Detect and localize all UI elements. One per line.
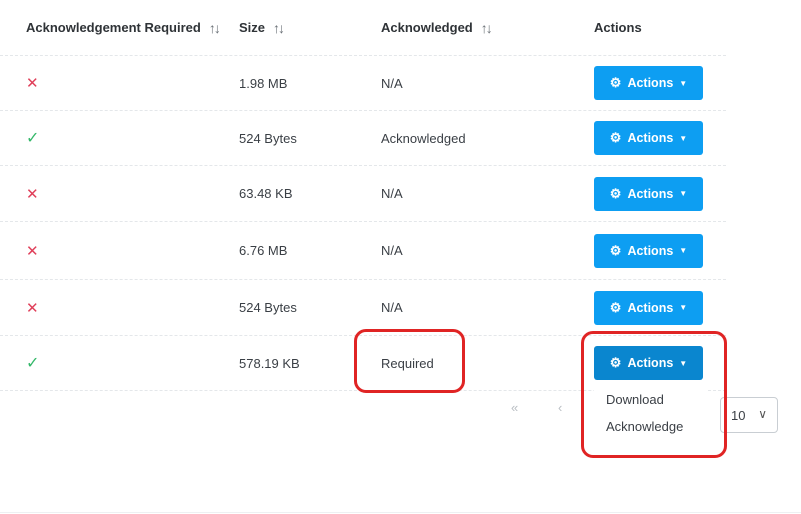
gear-icon: ⚙ — [609, 130, 622, 145]
highlight-box-required — [354, 329, 465, 393]
page-size-select[interactable]: 10 ∨ — [720, 397, 778, 433]
size-cell: 63.48 KB — [239, 186, 293, 201]
column-header-acknowledged[interactable]: Acknowledged ↑↓ — [381, 0, 493, 55]
actions-button-label: Actions — [627, 186, 674, 201]
gear-icon: ⚙ — [609, 299, 622, 315]
acknowledged-cell: N/A — [381, 300, 403, 315]
cross-icon: ✕ — [26, 75, 39, 92]
sort-icon[interactable]: ↑↓ — [209, 20, 221, 36]
cross-icon: ✕ — [26, 185, 39, 203]
table-row: ✕ 524 Bytes N/A ⚙ Actions ▼ — [0, 280, 726, 336]
actions-button[interactable]: ⚙ Actions ▼ — [594, 290, 703, 325]
column-header-size[interactable]: Size ↑↓ — [239, 0, 285, 55]
table-header: Acknowledgement Required ↑↓ Size ↑↓ Ackn… — [0, 0, 726, 56]
table-row: ✕ 6.76 MB N/A ⚙ Actions ▼ — [0, 222, 726, 280]
size-cell: 6.76 MB — [239, 243, 288, 258]
gear-icon: ⚙ — [609, 185, 622, 201]
actions-button[interactable]: ⚙ Actions ▼ — [594, 176, 703, 211]
gear-icon: ⚙ — [609, 75, 622, 90]
caret-down-icon: ▼ — [679, 303, 688, 312]
sort-icon[interactable]: ↑↓ — [481, 20, 493, 36]
cross-icon: ✕ — [26, 299, 39, 317]
check-icon: ✓ — [26, 130, 40, 147]
actions-button[interactable]: ⚙ Actions ▼ — [594, 121, 703, 155]
column-header-label: Size — [239, 20, 266, 35]
column-header-ack-required[interactable]: Acknowledgement Required ↑↓ — [26, 0, 221, 55]
acknowledged-cell: N/A — [381, 75, 403, 91]
table-row: ✕ 63.48 KB N/A ⚙ Actions ▼ — [0, 166, 726, 222]
cross-icon: ✕ — [26, 242, 39, 260]
table-row: ✕ 1.98 MB N/A ⚙ Actions ▼ — [0, 56, 726, 111]
column-header-label: Acknowledged — [381, 20, 473, 35]
caret-down-icon: ▼ — [679, 246, 688, 255]
acknowledged-cell: Acknowledged — [381, 130, 466, 146]
previous-page-button[interactable]: ‹ — [558, 400, 562, 415]
actions-button[interactable]: ⚙ Actions ▼ — [594, 233, 703, 268]
first-page-button[interactable]: « — [511, 400, 518, 415]
column-header-label: Actions — [594, 20, 642, 35]
actions-button-label: Actions — [627, 243, 674, 258]
highlight-box-actions-menu — [581, 331, 727, 458]
actions-button-label: Actions — [627, 131, 674, 145]
size-cell: 578.19 KB — [239, 355, 300, 371]
table-row: ✓ 524 Bytes Acknowledged ⚙ Actions ▼ — [0, 111, 726, 166]
caret-down-icon: ▼ — [679, 133, 688, 143]
chevron-down-icon: ∨ — [758, 407, 767, 421]
caret-down-icon: ▼ — [679, 189, 688, 198]
size-cell: 524 Bytes — [239, 300, 297, 315]
acknowledged-cell: N/A — [381, 186, 403, 201]
column-header-label: Acknowledgement Required — [26, 20, 201, 35]
column-header-actions: Actions — [594, 0, 642, 55]
caret-down-icon: ▼ — [679, 78, 688, 88]
actions-button[interactable]: ⚙ Actions ▼ — [594, 66, 703, 100]
page-size-value: 10 — [731, 407, 746, 423]
gear-icon: ⚙ — [609, 242, 622, 258]
sort-icon[interactable]: ↑↓ — [273, 20, 285, 36]
size-cell: 524 Bytes — [239, 130, 297, 146]
actions-button-label: Actions — [627, 76, 674, 90]
acknowledged-cell: N/A — [381, 243, 403, 258]
divider — [0, 512, 801, 513]
check-icon: ✓ — [26, 355, 40, 372]
actions-button-label: Actions — [627, 300, 674, 315]
size-cell: 1.98 MB — [239, 75, 288, 91]
